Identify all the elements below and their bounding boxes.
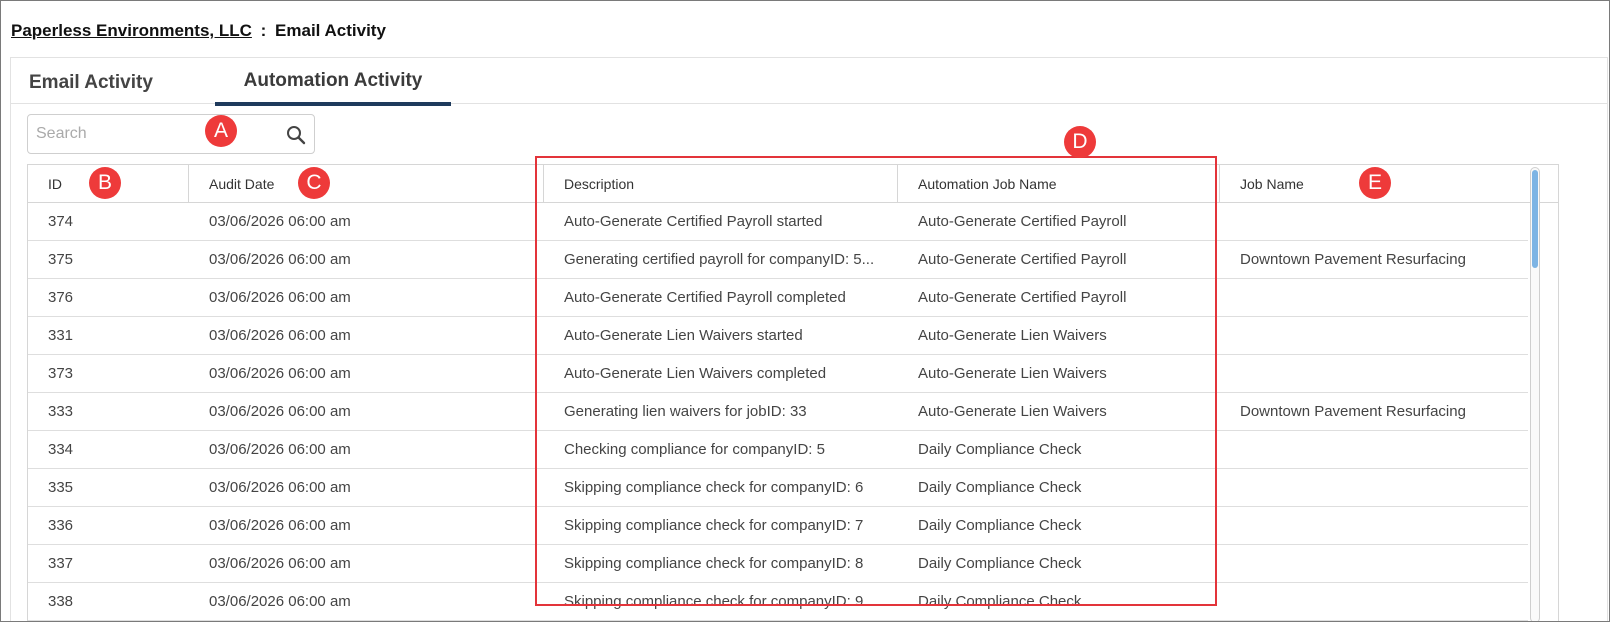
automation-activity-table: ID Audit Date Description Automation Job… (27, 164, 1559, 621)
annotation-marker-c: C (298, 167, 330, 199)
table-row[interactable]: 374 03/06/2026 06:00 am Auto-Generate Cert… (28, 203, 1528, 241)
cell-automation-job-name: Auto-Generate Certified Payroll (918, 251, 1127, 268)
annotation-marker-a: A (205, 115, 237, 147)
annotation-marker-d: D (1064, 126, 1096, 158)
cell-id: 376 (48, 289, 74, 306)
cell-description: Auto-Generate Lien Waivers completed (564, 365, 827, 382)
search-icon[interactable] (284, 123, 308, 147)
cell-description: Auto-Generate Certified Payroll started (564, 213, 823, 230)
table-row[interactable]: 335 03/06/2026 06:00 am Skipping complianc… (28, 469, 1528, 507)
cell-id: 331 (48, 327, 74, 344)
cell-id: 333 (48, 403, 74, 420)
column-header-description[interactable]: Description (544, 165, 898, 203)
table-header: ID Audit Date Description Automation Job… (28, 165, 1558, 203)
column-header-automation-job-name[interactable]: Automation Job Name (898, 165, 1220, 203)
search-box (27, 114, 315, 154)
cell-description: Skipping compliance check for companyID:… (564, 479, 864, 496)
cell-automation-job-name: Auto-Generate Lien Waivers (918, 365, 1107, 382)
cell-description: Generating certified payroll for company… (564, 251, 875, 268)
breadcrumb-page: Email Activity (275, 21, 386, 40)
tab-automation-activity[interactable]: Automation Activity (215, 58, 451, 106)
cell-id: 375 (48, 251, 74, 268)
cell-audit-date: 03/06/2026 06:00 am (209, 555, 351, 572)
cell-job-name (1220, 469, 1528, 507)
cell-audit-date: 03/06/2026 06:00 am (209, 593, 351, 610)
vertical-scrollbar[interactable] (1530, 167, 1540, 621)
cell-automation-job-name: Daily Compliance Check (918, 441, 1082, 458)
cell-job-name: Downtown Pavement Resurfacing (1240, 251, 1466, 268)
tab-automation-activity-label: Automation Activity (243, 70, 423, 91)
breadcrumb-company-link[interactable]: Paperless Environments, LLC (11, 21, 252, 40)
cell-job-name (1220, 355, 1528, 393)
cell-automation-job-name: Daily Compliance Check (918, 517, 1082, 534)
cell-description: Skipping compliance check for companyID:… (564, 555, 864, 572)
cell-job-name (1220, 279, 1528, 317)
table-row[interactable]: 375 03/06/2026 06:00 am Generating certifi… (28, 241, 1528, 279)
cell-id: 336 (48, 517, 74, 534)
cell-job-name (1220, 431, 1528, 469)
cell-job-name: Downtown Pavement Resurfacing (1240, 403, 1466, 420)
cell-audit-date: 03/06/2026 06:00 am (209, 213, 351, 230)
cell-audit-date: 03/06/2026 06:00 am (209, 365, 351, 382)
cell-audit-date: 03/06/2026 06:00 am (209, 403, 351, 420)
cell-id: 373 (48, 365, 74, 382)
table-row[interactable]: 336 03/06/2026 06:00 am Skipping complianc… (28, 507, 1528, 545)
annotation-marker-e: E (1359, 167, 1391, 199)
cell-description: Skipping compliance check for companyID:… (564, 593, 864, 610)
cell-description: Auto-Generate Certified Payroll complete… (564, 289, 846, 306)
cell-id: 337 (48, 555, 74, 572)
cell-automation-job-name: Daily Compliance Check (918, 479, 1082, 496)
app-window: Paperless Environments, LLC : Email Acti… (0, 0, 1610, 622)
cell-audit-date: 03/06/2026 06:00 am (209, 327, 351, 344)
cell-id: 374 (48, 213, 74, 230)
cell-id: 338 (48, 593, 74, 610)
cell-description: Auto-Generate Lien Waivers started (564, 327, 803, 344)
cell-automation-job-name: Daily Compliance Check (918, 555, 1082, 572)
cell-audit-date: 03/06/2026 06:00 am (209, 289, 351, 306)
scrollbar-thumb[interactable] (1532, 170, 1538, 268)
annotation-marker-b: B (89, 167, 121, 199)
cell-audit-date: 03/06/2026 06:00 am (209, 441, 351, 458)
table-row[interactable]: 376 03/06/2026 06:00 am Auto-Generate Cert… (28, 279, 1528, 317)
cell-job-name (1220, 507, 1528, 545)
active-tab-indicator (215, 102, 451, 106)
cell-automation-job-name: Auto-Generate Certified Payroll (918, 289, 1127, 306)
cell-audit-date: 03/06/2026 06:00 am (209, 517, 351, 534)
table-row[interactable]: 334 03/06/2026 06:00 am Checking complianc… (28, 431, 1528, 469)
tab-bar: Email Activity Automation Activity (11, 58, 1607, 106)
cell-automation-job-name: Auto-Generate Certified Payroll (918, 213, 1127, 230)
cell-id: 334 (48, 441, 74, 458)
table-row[interactable]: 331 03/06/2026 06:00 am Auto-Generate Lien… (28, 317, 1528, 355)
cell-automation-job-name: Auto-Generate Lien Waivers (918, 403, 1107, 420)
activity-panel: Email Activity Automation Activity ID Au… (10, 57, 1608, 621)
table-row[interactable]: 333 03/06/2026 06:00 am Generating lien wa… (28, 393, 1528, 431)
cell-audit-date: 03/06/2026 06:00 am (209, 479, 351, 496)
cell-description: Skipping compliance check for companyID:… (564, 517, 864, 534)
cell-job-name (1220, 583, 1528, 621)
breadcrumb: Paperless Environments, LLC : Email Acti… (11, 21, 386, 41)
cell-automation-job-name: Daily Compliance Check (918, 593, 1082, 610)
cell-id: 335 (48, 479, 74, 496)
tab-email-activity[interactable]: Email Activity (29, 60, 153, 106)
cell-description: Checking compliance for companyID: 5 (564, 441, 825, 458)
cell-job-name (1220, 545, 1528, 583)
cell-job-name (1220, 317, 1528, 355)
column-header-audit-date[interactable]: Audit Date (189, 165, 544, 203)
table-row[interactable]: 337 03/06/2026 06:00 am Skipping complianc… (28, 545, 1528, 583)
cell-description: Generating lien waivers for jobID: 33 (564, 403, 807, 420)
breadcrumb-separator: : (260, 21, 267, 40)
table-row[interactable]: 338 03/06/2026 06:00 am Skipping complianc… (28, 583, 1528, 621)
cell-automation-job-name: Auto-Generate Lien Waivers (918, 327, 1107, 344)
cell-audit-date: 03/06/2026 06:00 am (209, 251, 351, 268)
cell-job-name (1220, 203, 1528, 241)
table-row[interactable]: 373 03/06/2026 06:00 am Auto-Generate Lien… (28, 355, 1528, 393)
